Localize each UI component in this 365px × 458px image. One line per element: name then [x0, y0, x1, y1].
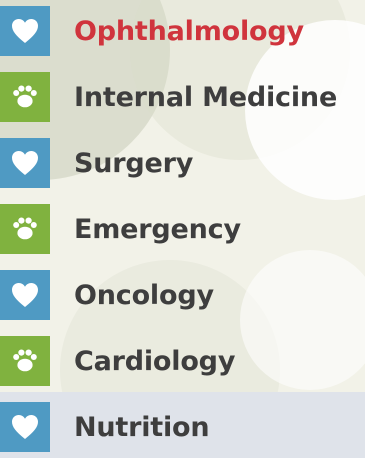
heart-icon: [0, 138, 50, 188]
menu-item-label: Ophthalmology: [74, 15, 304, 47]
menu-item-emergency[interactable]: Emergency: [0, 204, 365, 254]
paw-icon: [0, 72, 50, 122]
paw-icon: [0, 336, 50, 386]
heart-icon: [0, 402, 50, 452]
heart-icon: [0, 270, 50, 320]
menu-item-label: Surgery: [74, 147, 194, 179]
menu-item-internal-medicine[interactable]: Internal Medicine: [0, 72, 365, 122]
paw-icon: [0, 204, 50, 254]
menu-item-ophthalmology[interactable]: Ophthalmology: [0, 6, 365, 56]
menu-item-label: Cardiology: [74, 345, 236, 377]
menu-item-oncology[interactable]: Oncology: [0, 270, 365, 320]
menu-item-cardiology[interactable]: Cardiology: [0, 336, 365, 386]
menu-item-label: Nutrition: [74, 411, 210, 443]
heart-icon: [0, 6, 50, 56]
menu-item-label: Oncology: [74, 279, 214, 311]
menu-item-nutrition[interactable]: Nutrition: [0, 402, 365, 452]
menu-item-label: Emergency: [74, 213, 241, 245]
menu-item-label: Internal Medicine: [74, 81, 338, 113]
menu-item-surgery[interactable]: Surgery: [0, 138, 365, 188]
